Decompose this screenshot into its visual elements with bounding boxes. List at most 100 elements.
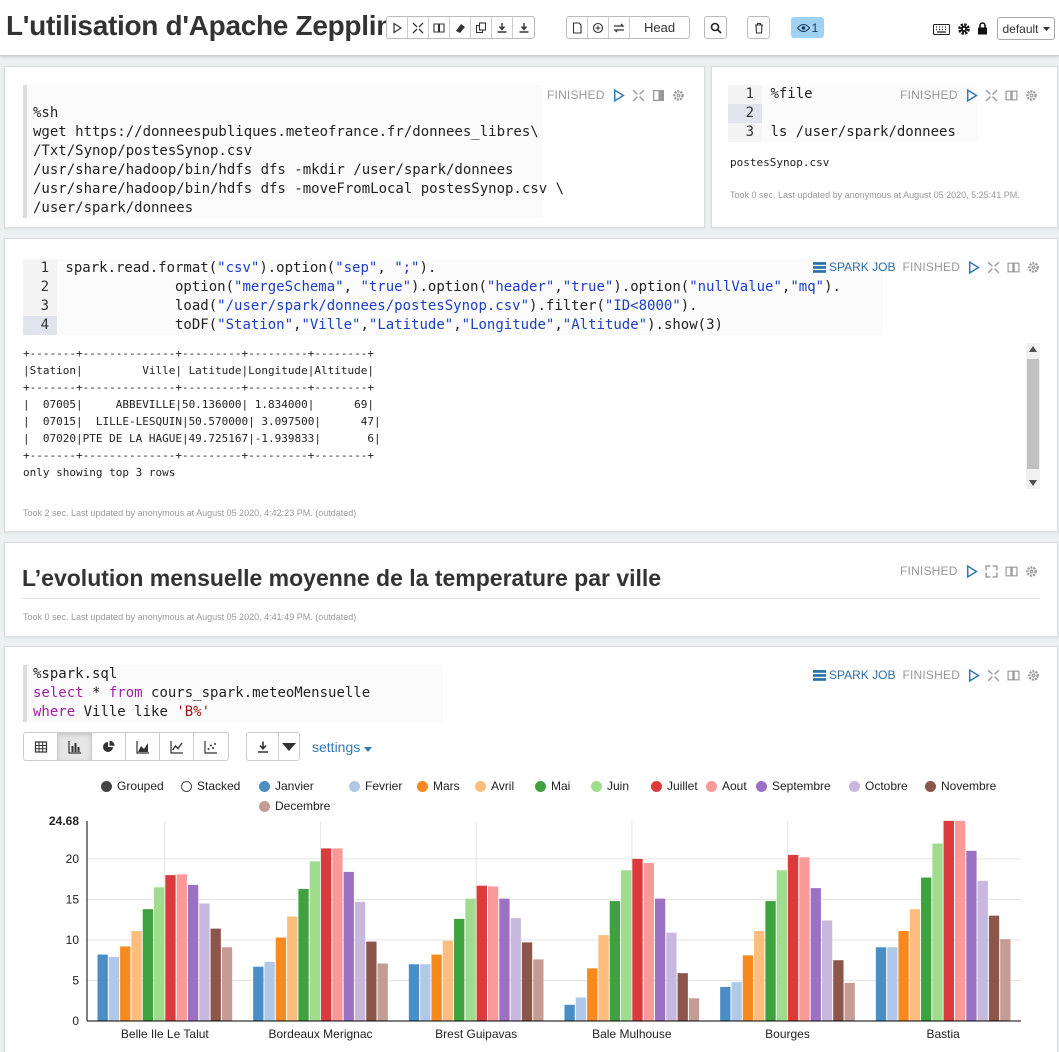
legend-swatch	[535, 780, 546, 792]
legend-item-juillet[interactable]: Juillet	[651, 779, 698, 793]
bar-juin	[621, 870, 632, 1021]
keyboard-icon[interactable]	[933, 24, 950, 35]
viewers-badge[interactable]: 1	[791, 17, 824, 38]
play-icon[interactable]	[612, 88, 625, 102]
gear-icon[interactable]	[672, 89, 685, 102]
legend-label: Octobre	[865, 779, 908, 793]
bar-chart-button[interactable]	[58, 733, 92, 760]
legend-item-mai[interactable]: Mai	[535, 779, 570, 793]
book-icon[interactable]	[1007, 669, 1020, 682]
revision-button[interactable]	[588, 17, 609, 38]
clear-output-button[interactable]	[450, 17, 471, 38]
columns-icon[interactable]	[652, 89, 665, 102]
expand-icon[interactable]	[984, 564, 998, 578]
scroll-up-icon[interactable]	[1029, 346, 1037, 352]
collapse-icon[interactable]	[987, 261, 1000, 274]
grouped-toggle[interactable]: Grouped	[101, 779, 164, 793]
clone-button[interactable]	[471, 17, 492, 38]
chart-settings-toggle[interactable]: settings	[312, 739, 373, 755]
interpreter-binding-dropdown[interactable]: default	[997, 17, 1055, 40]
legend-item-septembre[interactable]: Septembre	[756, 779, 831, 793]
export-button[interactable]	[492, 17, 513, 38]
legend-item-janvier[interactable]: Janvier	[259, 779, 314, 793]
gear-icon[interactable]	[957, 22, 971, 36]
legend-item-avril[interactable]: Avril	[475, 779, 514, 793]
legend-label: Mai	[551, 779, 571, 793]
legend-label: Septembre	[772, 779, 831, 793]
y-tick-label: 0	[72, 1014, 79, 1028]
line-chart-button[interactable]	[160, 733, 194, 760]
bar-janvier	[408, 964, 420, 1021]
legend-item-octobre[interactable]: Octobre	[849, 779, 908, 793]
compare-button[interactable]	[609, 17, 630, 38]
bar-octobre	[199, 903, 210, 1021]
stacked-toggle[interactable]: Stacked	[181, 779, 240, 793]
notebook-title[interactable]: L'utilisation d'Apache Zepplin	[6, 10, 393, 42]
code-editor[interactable]: %spark.sql select * from cours_spark.met…	[23, 665, 443, 722]
lock-icon[interactable]	[977, 22, 988, 35]
search-button[interactable]	[705, 17, 726, 38]
legend-label: Juillet	[667, 779, 698, 793]
gear-icon[interactable]	[1025, 89, 1038, 102]
legend-item-aout[interactable]: Aout	[706, 779, 747, 793]
export-alt-button[interactable]	[513, 17, 534, 38]
legend-label: Mars	[433, 779, 460, 793]
pie-chart-icon	[102, 740, 115, 752]
copy-icon	[475, 21, 487, 33]
delete-notebook-button[interactable]	[748, 17, 769, 38]
bar-juillet	[476, 885, 487, 1021]
legend-item-fevrier[interactable]: Fevrier	[349, 779, 402, 793]
collapse-icon[interactable]	[985, 89, 998, 102]
legend-item-novembre[interactable]: Novembre	[925, 779, 996, 793]
legend-item-juin[interactable]: Juin	[591, 779, 629, 793]
scrollbar-thumb[interactable]	[1027, 359, 1039, 469]
output-scrollbar[interactable]	[1026, 343, 1040, 489]
y-tick-label: 10	[66, 933, 80, 947]
bar-juillet	[632, 858, 643, 1021]
play-icon[interactable]	[965, 88, 978, 102]
table-view-button[interactable]	[24, 733, 58, 760]
legend-label: Stacked	[197, 779, 241, 793]
code-editor[interactable]: %sh wget https://donneespubliques.meteof…	[23, 85, 564, 218]
commit-button[interactable]	[567, 17, 588, 38]
play-icon[interactable]	[967, 668, 980, 682]
toggle-output-button[interactable]	[429, 17, 450, 38]
legend-label: Aout	[722, 779, 747, 793]
spark-job-link[interactable]: SPARK JOB	[813, 668, 895, 682]
gear-icon[interactable]	[1027, 669, 1040, 682]
spark-job-link[interactable]: SPARK JOB	[813, 260, 895, 274]
book-icon[interactable]	[1005, 89, 1018, 102]
book-icon[interactable]	[1007, 261, 1020, 274]
legend-item-mars[interactable]: Mars	[417, 779, 460, 793]
download-format-dropdown[interactable]	[279, 733, 299, 760]
collapse-icon[interactable]	[987, 669, 1000, 682]
legend-swatch	[756, 780, 767, 792]
scroll-down-icon[interactable]	[1029, 480, 1037, 486]
book-icon[interactable]	[1005, 565, 1018, 578]
code-line: %sh	[33, 105, 59, 121]
gear-icon[interactable]	[1027, 261, 1040, 274]
code-line: /usr/share/hadoop/bin/hdfs dfs -mkdir /u…	[33, 162, 514, 178]
eraser-icon	[456, 23, 465, 33]
area-chart-button[interactable]	[126, 733, 160, 760]
collapse-icon[interactable]	[632, 89, 645, 102]
code-editor[interactable]: 1 spark.read.format("csv").option("sep",…	[23, 259, 883, 335]
pie-chart-button[interactable]	[92, 733, 126, 760]
run-all-button[interactable]	[387, 17, 408, 38]
heading-divider	[22, 598, 1040, 599]
bar-octobre	[510, 918, 521, 1021]
play-icon[interactable]	[965, 564, 978, 578]
area-chart-icon	[135, 740, 149, 754]
bar-juin	[776, 870, 787, 1021]
legend-swatch	[849, 780, 860, 792]
play-icon[interactable]	[967, 260, 980, 274]
scatter-chart-button[interactable]	[194, 733, 228, 760]
download-data-button[interactable]	[247, 733, 279, 760]
bar-decembre	[533, 959, 544, 1021]
line-chart-icon	[169, 740, 183, 754]
bar-novembre	[366, 941, 377, 1021]
gear-icon[interactable]	[1025, 565, 1038, 578]
revision-head-dropdown[interactable]: Head	[630, 17, 689, 38]
paragraph-status: FINISHED	[902, 668, 961, 682]
toggle-editor-button[interactable]	[408, 17, 429, 38]
